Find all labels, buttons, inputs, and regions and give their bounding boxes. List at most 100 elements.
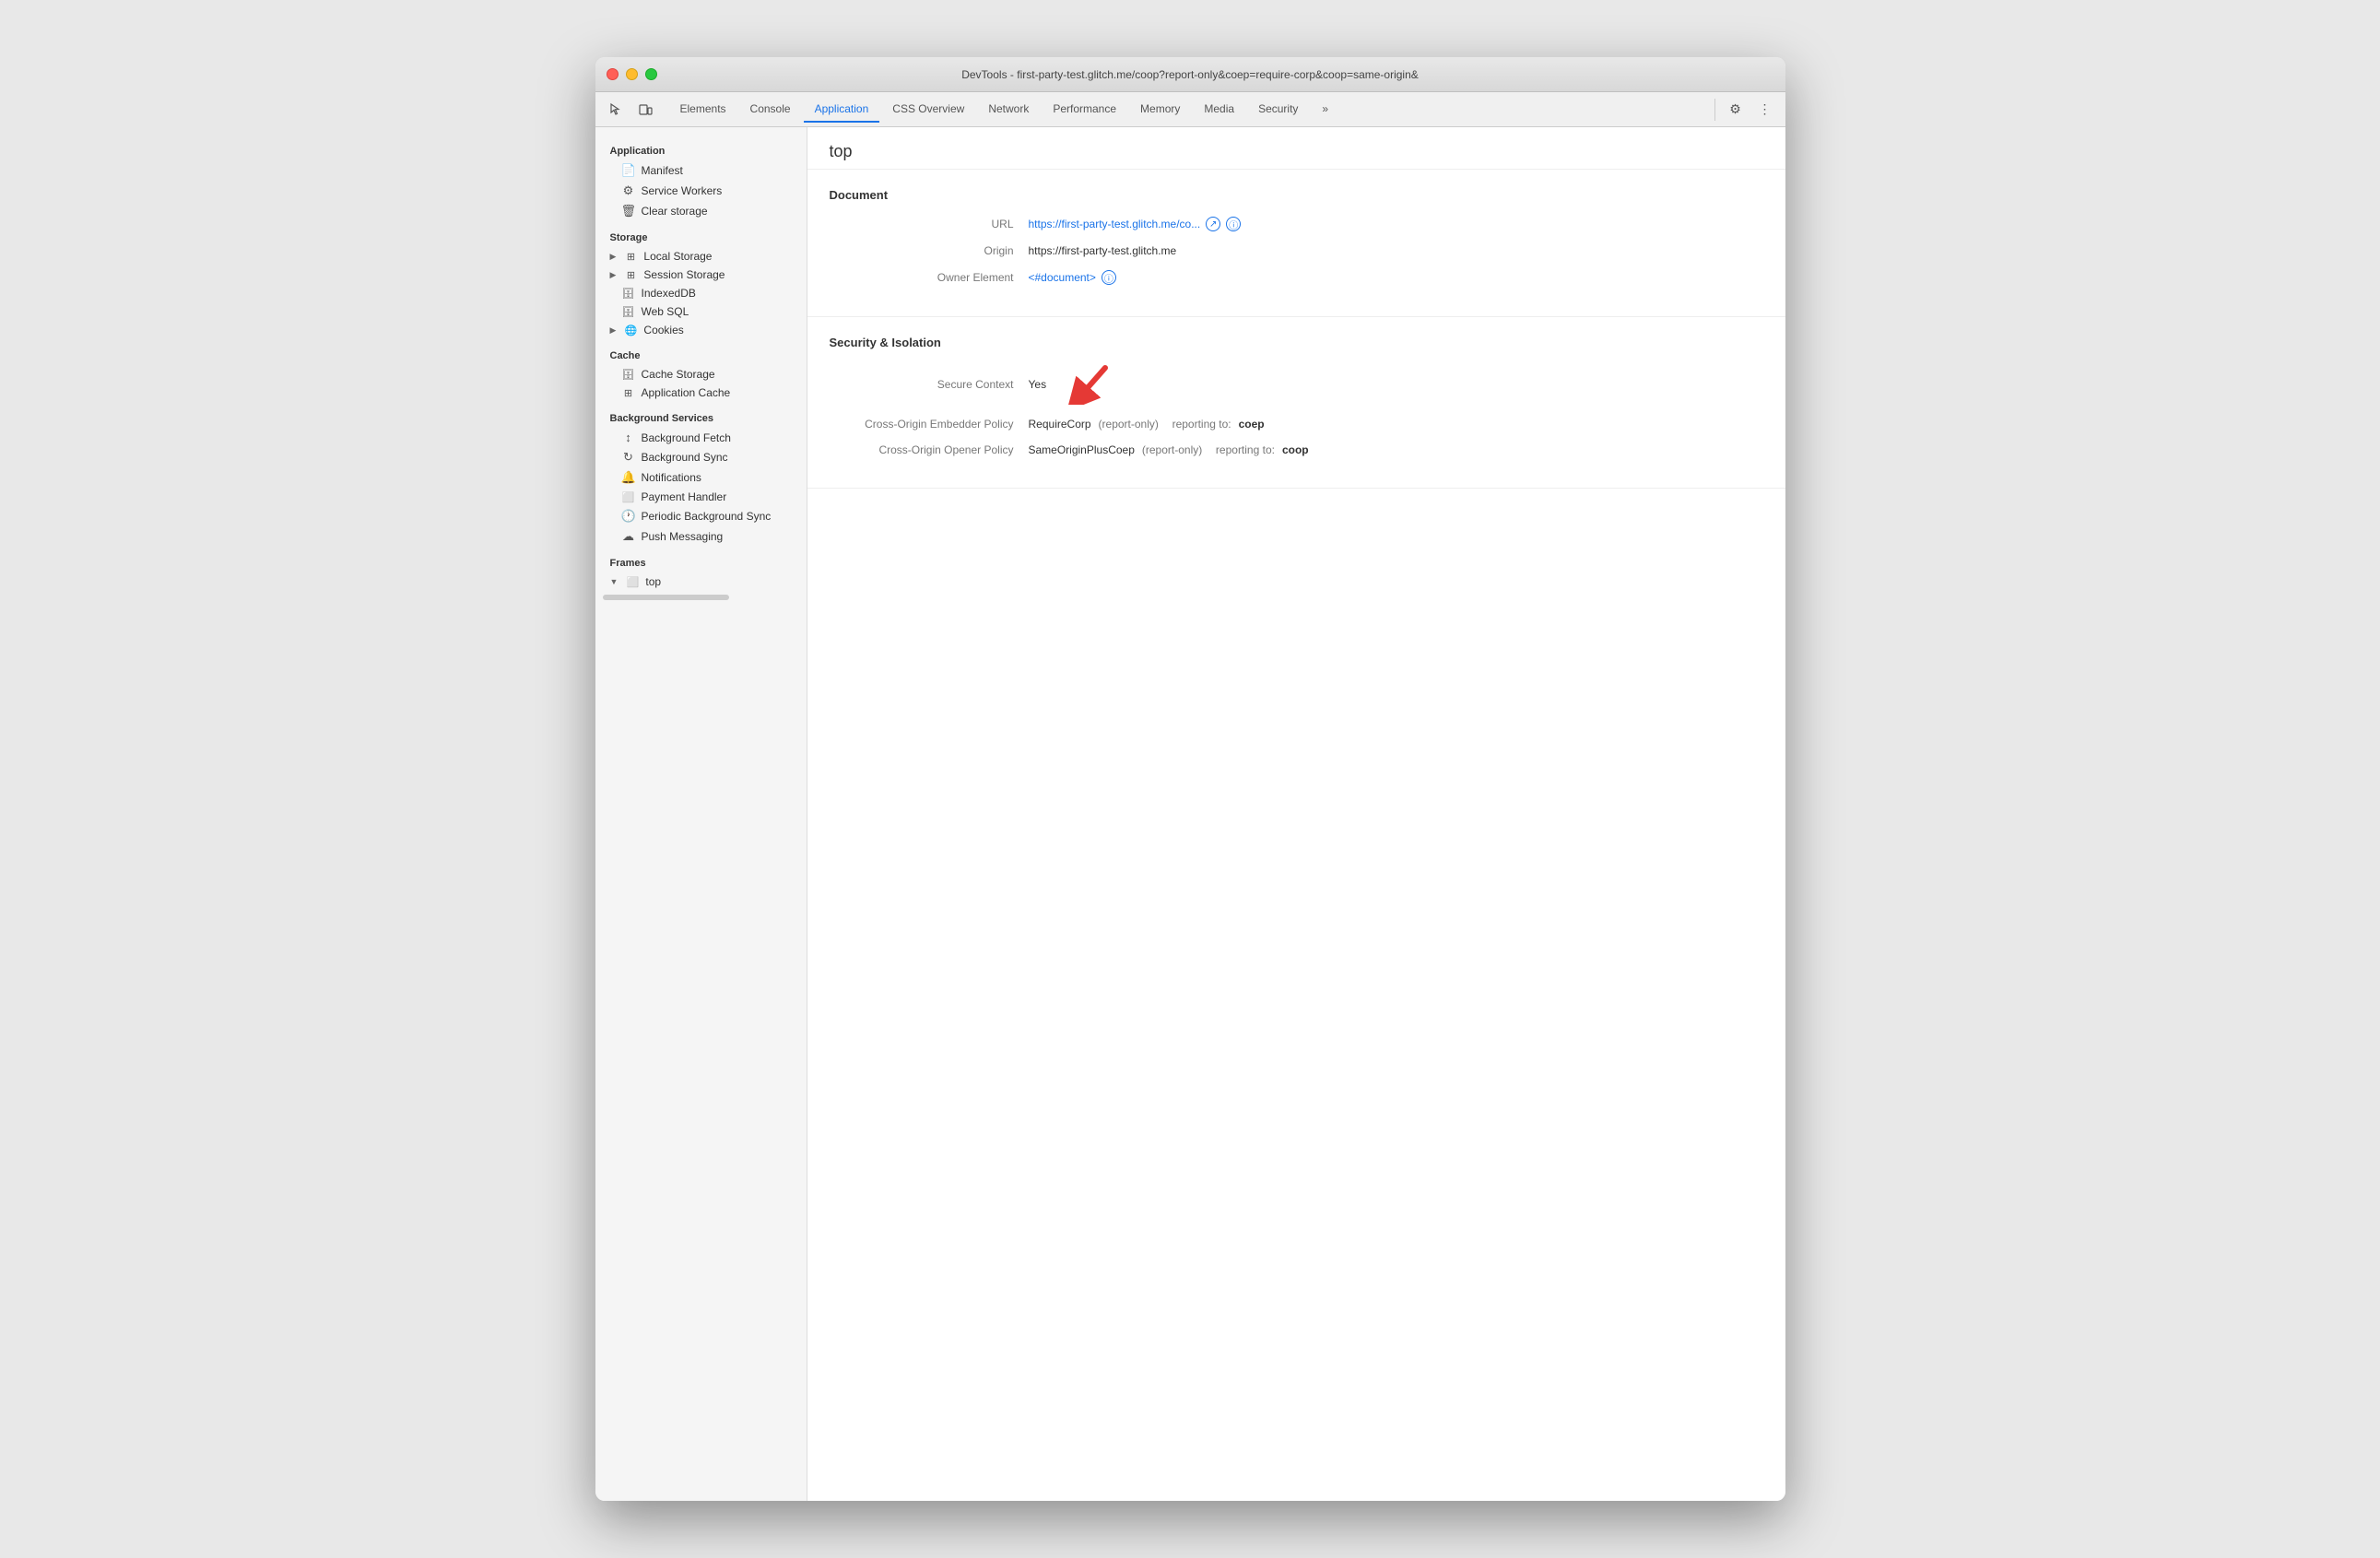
more-options-button[interactable]: ⋮ (1752, 99, 1778, 121)
maximize-button[interactable] (645, 68, 657, 80)
sidebar-item-background-sync[interactable]: ↻ Background Sync (595, 447, 807, 467)
sidebar-item-session-storage-label: Session Storage (643, 268, 725, 281)
application-cache-icon: ⊞ (621, 387, 636, 399)
push-messaging-icon: ☁ (621, 529, 636, 544)
sidebar-item-top-frame[interactable]: ▼ ⬜ top (595, 572, 807, 591)
secure-context-text: Yes (1029, 378, 1047, 391)
toolbar: Elements Console Application CSS Overvie… (595, 92, 1785, 127)
coop-badge: (report-only) (1142, 443, 1202, 456)
sidebar-item-periodic-background-sync[interactable]: 🕐 Periodic Background Sync (595, 506, 807, 526)
tab-network[interactable]: Network (977, 97, 1040, 123)
sidebar-item-cookies[interactable]: ▶ 🌐 Cookies (595, 321, 807, 339)
content-panel: top Document URL https://first-party-tes… (807, 127, 1785, 1501)
red-arrow-icon (1068, 364, 1109, 405)
sidebar-item-service-workers[interactable]: ⚙ Service Workers (595, 181, 807, 201)
tab-elements[interactable]: Elements (669, 97, 737, 123)
arrow-icon: ▶ (610, 270, 617, 280)
tab-performance[interactable]: Performance (1042, 97, 1127, 123)
security-section-title: Security & Isolation (830, 336, 1763, 349)
url-info-icon[interactable]: ⓘ (1226, 217, 1241, 231)
sidebar-item-push-messaging-label: Push Messaging (642, 530, 724, 543)
secure-context-row: Secure Context Yes (830, 364, 1763, 405)
down-arrow-icon: ▼ (610, 577, 619, 586)
settings-button[interactable]: ⚙ (1723, 99, 1749, 121)
sidebar-item-local-storage-label: Local Storage (643, 250, 712, 263)
sidebar-item-clear-storage[interactable]: 🗑 Clear storage (595, 201, 807, 221)
owner-element-icon[interactable]: ⓘ (1102, 270, 1116, 285)
frame-icon: ⬜ (625, 576, 640, 588)
sidebar-item-background-sync-label: Background Sync (642, 451, 728, 464)
origin-value: https://first-party-test.glitch.me (1029, 244, 1177, 257)
arrow-icon: ▶ (610, 325, 617, 336)
url-link-icon[interactable]: ↗ (1206, 217, 1220, 231)
url-field-row: URL https://first-party-test.glitch.me/c… (830, 217, 1763, 231)
traffic-lights (607, 68, 657, 80)
cursor-icon (608, 102, 623, 117)
tab-more[interactable]: » (1311, 97, 1339, 123)
secure-context-label: Secure Context (830, 378, 1014, 391)
owner-element-value: <#document> ⓘ (1029, 270, 1116, 285)
indexeddb-icon: 🗄 (621, 288, 636, 300)
sidebar-item-indexeddb[interactable]: 🗄 IndexedDB (595, 284, 807, 302)
url-value: https://first-party-test.glitch.me/co...… (1029, 217, 1242, 231)
sidebar-item-manifest-label: Manifest (642, 164, 683, 177)
sidebar-item-payment-handler[interactable]: ⬜ Payment Handler (595, 488, 807, 506)
document-section-title: Document (830, 188, 1763, 202)
minimize-button[interactable] (626, 68, 638, 80)
coop-label: Cross-Origin Opener Policy (830, 443, 1014, 456)
sidebar-item-cache-storage[interactable]: 🗄 Cache Storage (595, 365, 807, 384)
sidebar-item-application-cache[interactable]: ⊞ Application Cache (595, 384, 807, 402)
sidebar-item-notifications-label: Notifications (642, 471, 701, 484)
coop-value: SameOriginPlusCoep (report-only) reporti… (1029, 443, 1309, 456)
tab-css-overview[interactable]: CSS Overview (881, 97, 975, 123)
sidebar-item-push-messaging[interactable]: ☁ Push Messaging (595, 526, 807, 547)
sidebar-scrollbar-area (595, 595, 807, 613)
secure-context-value: Yes (1029, 364, 1110, 405)
coop-reporting-label: reporting to: (1209, 443, 1275, 456)
sidebar-item-notifications[interactable]: 🔔 Notifications (595, 467, 807, 488)
notifications-icon: 🔔 (621, 470, 636, 485)
clear-storage-icon: 🗑 (621, 204, 636, 218)
coop-policy-value: SameOriginPlusCoep (1029, 443, 1135, 456)
sidebar-item-local-storage[interactable]: ▶ ⊞ Local Storage (595, 247, 807, 266)
sidebar-item-web-sql[interactable]: 🗄 Web SQL (595, 302, 807, 321)
tab-security[interactable]: Security (1247, 97, 1309, 123)
tab-memory[interactable]: Memory (1129, 97, 1191, 123)
tab-bar: Elements Console Application CSS Overvie… (669, 97, 1711, 123)
close-button[interactable] (607, 68, 619, 80)
document-section: Document URL https://first-party-test.gl… (807, 170, 1785, 317)
cookies-icon: 🌐 (623, 325, 638, 336)
owner-element-link[interactable]: <#document> (1029, 271, 1096, 284)
toolbar-right: ⚙ ⋮ (1711, 99, 1778, 121)
sidebar-item-background-fetch-label: Background Fetch (642, 431, 731, 444)
titlebar: DevTools - first-party-test.glitch.me/co… (595, 57, 1785, 92)
origin-field-row: Origin https://first-party-test.glitch.m… (830, 244, 1763, 257)
toolbar-icons (603, 99, 658, 121)
sidebar-section-frames: Frames (595, 547, 807, 572)
tab-media[interactable]: Media (1193, 97, 1245, 123)
sidebar-item-session-storage[interactable]: ▶ ⊞ Session Storage (595, 266, 807, 284)
sidebar-item-background-fetch[interactable]: ↕ Background Fetch (595, 428, 807, 447)
sidebar-item-web-sql-label: Web SQL (642, 305, 689, 318)
sidebar-item-manifest[interactable]: 📄 Manifest (595, 160, 807, 181)
tab-application[interactable]: Application (804, 97, 880, 123)
coop-row: Cross-Origin Opener Policy SameOriginPlu… (830, 443, 1763, 456)
tab-console[interactable]: Console (739, 97, 802, 123)
owner-element-label: Owner Element (830, 271, 1014, 284)
sidebar-scrollbar[interactable] (603, 595, 729, 600)
url-link[interactable]: https://first-party-test.glitch.me/co... (1029, 218, 1201, 230)
sidebar-item-top-frame-label: top (645, 575, 661, 588)
session-storage-icon: ⊞ (623, 269, 638, 281)
coop-reporting-value: coop (1282, 443, 1309, 456)
divider (1714, 99, 1715, 121)
device-toggle-button[interactable] (632, 99, 658, 121)
inspect-icon-button[interactable] (603, 99, 629, 121)
manifest-icon: 📄 (621, 163, 636, 178)
sidebar-item-payment-handler-label: Payment Handler (642, 490, 727, 503)
coep-policy-value: RequireCorp (1029, 418, 1091, 431)
coep-reporting-value: coep (1239, 418, 1265, 431)
sidebar-item-indexeddb-label: IndexedDB (642, 287, 696, 300)
sidebar-section-storage: Storage (595, 221, 807, 247)
sidebar: Application 📄 Manifest ⚙ Service Workers… (595, 127, 807, 1501)
cache-storage-icon: 🗄 (621, 369, 636, 381)
